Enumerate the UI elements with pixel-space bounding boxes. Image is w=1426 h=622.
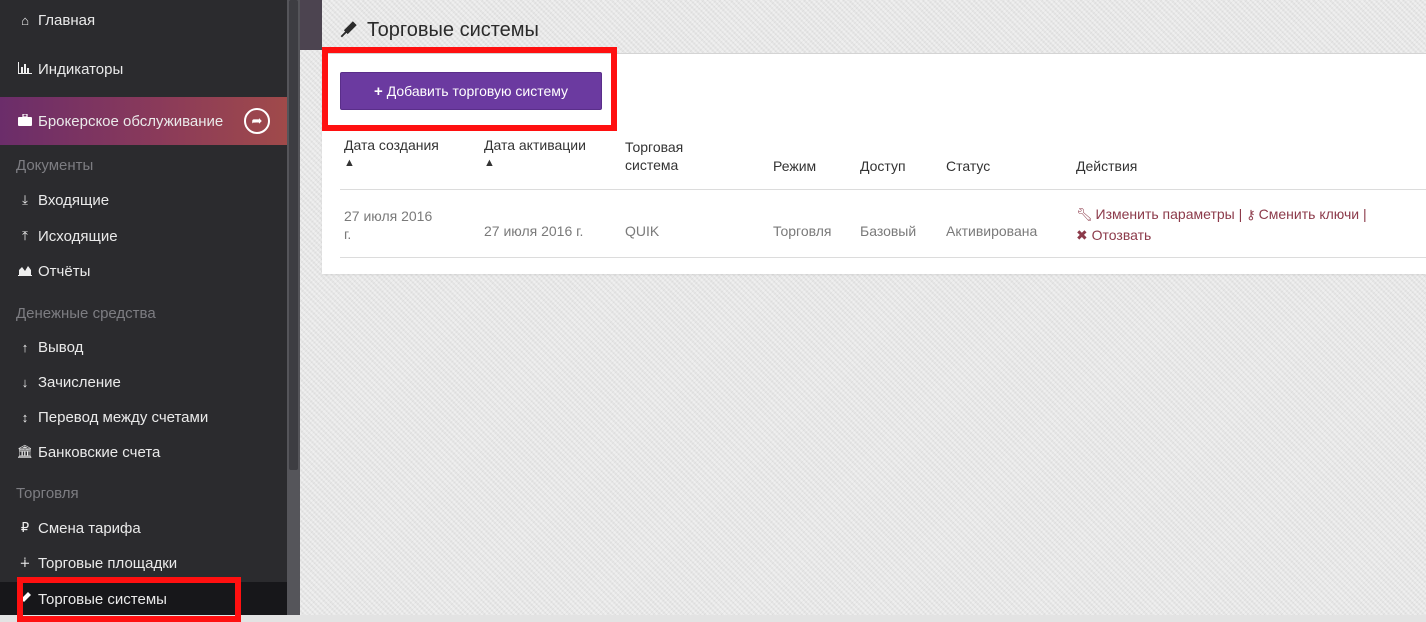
header-actions: Действия <box>1076 158 1138 174</box>
ruble-icon: ₽ <box>20 520 30 535</box>
bank-icon: 🏛 <box>16 444 34 459</box>
sidebar-item-transfer[interactable]: ↕ Перевод между счетами <box>0 400 287 434</box>
cell-created-line2: г. <box>344 226 352 242</box>
header-created-label: Дата создания <box>344 137 439 153</box>
sidebar-scrollbar[interactable] <box>287 0 300 615</box>
revoke-label: Отозвать <box>1091 227 1152 243</box>
download-icon: ⤓ <box>22 192 28 207</box>
revoke-link[interactable]: ✖ Отозвать <box>1076 227 1151 243</box>
sidebar-item-reports[interactable]: Отчёты <box>0 254 287 288</box>
sidebar-item-incoming[interactable]: ⤓ Входящие <box>0 183 287 217</box>
change-keys-link[interactable]: ⚷ Сменить ключи <box>1246 206 1359 222</box>
sidebar-item-label: Зачисление <box>38 373 121 391</box>
sidebar-item-label: Вывод <box>38 338 84 356</box>
plus-icon: + <box>373 82 383 100</box>
change-keys-label: Сменить ключи <box>1258 206 1360 222</box>
sidebar-section-trading: Торговля <box>16 485 79 502</box>
cell-created: 27 июля 2016 г. <box>344 207 432 243</box>
header-status: Статус <box>946 158 991 174</box>
scrollbar-thumb[interactable] <box>289 0 298 470</box>
sidebar-item-label: Брокерское обслуживание <box>38 112 224 130</box>
sidebar-item-label: Торговые площадки <box>38 554 178 572</box>
add-button-label: Добавить торговую систему <box>386 83 569 99</box>
cell-actions: 🔧︎ Изменить параметры | ⚷ Сменить ключи | … <box>1076 205 1426 244</box>
arrow-down-icon: ↓ <box>21 374 29 390</box>
sidebar-item-indicators[interactable]: Индикаторы <box>0 52 287 86</box>
sidebar-item-label: Индикаторы <box>38 60 124 78</box>
exchange-icon: ∔ <box>19 555 31 570</box>
sidebar-item-label: Входящие <box>38 191 110 209</box>
arrows-vertical-icon: ↕ <box>21 409 29 425</box>
sidebar-item-label: Торговые системы <box>38 590 167 608</box>
sidebar-item-label: Смена тарифа <box>38 519 141 537</box>
sidebar-item-platforms[interactable]: ∔ Торговые площадки <box>0 546 287 580</box>
separator: | <box>1238 206 1243 222</box>
close-icon: ✖ <box>1076 227 1088 243</box>
sidebar-section-documents: Документы <box>16 157 94 174</box>
plug-icon <box>16 591 34 608</box>
header-activated[interactable]: Дата активации ▲ <box>484 136 586 172</box>
edit-params-link[interactable]: 🔧︎ Изменить параметры <box>1076 206 1235 222</box>
sidebar-item-label: Главная <box>38 11 96 29</box>
sidebar-item-trading-systems[interactable]: Торговые системы <box>0 582 287 615</box>
sidebar-section-money: Денежные средства <box>16 305 156 322</box>
sidebar-item-label: Отчёты <box>38 262 91 280</box>
sidebar-item-label: Банковские счета <box>38 443 161 461</box>
sidebar: ⌂ Главная Индикаторы Брокерское обслужив… <box>0 0 287 615</box>
sidebar-item-broker[interactable]: Брокерское обслуживание ➦ <box>0 97 287 145</box>
wrench-icon: 🔧︎ <box>1076 207 1093 222</box>
header-system-line1: Торговая <box>625 139 684 155</box>
separator: | <box>1362 206 1367 222</box>
sidebar-item-tariff[interactable]: ₽ Смена тарифа <box>0 511 287 545</box>
sidebar-item-home[interactable]: ⌂ Главная <box>0 3 287 37</box>
edit-params-label: Изменить параметры <box>1095 206 1235 222</box>
page-title-text: Торговые системы <box>367 19 539 41</box>
sidebar-item-label: Исходящие <box>38 227 118 245</box>
cell-activated: 27 июля 2016 г. <box>484 223 584 239</box>
sidebar-item-deposit[interactable]: ↓ Зачисление <box>0 365 287 399</box>
cell-status: Активирована <box>946 223 1038 239</box>
briefcase-icon <box>16 112 34 129</box>
upload-icon: ⤒ <box>22 228 28 243</box>
header-activated-label: Дата активации <box>484 137 586 153</box>
add-trading-system-button[interactable]: + Добавить торговую систему <box>340 72 602 110</box>
cell-created-line1: 27 июля 2016 <box>344 208 433 224</box>
header-mode: Режим <box>773 158 817 174</box>
arrow-up-icon: ↑ <box>21 339 29 355</box>
header-system: Торговая система <box>625 138 683 174</box>
sidebar-item-withdraw[interactable]: ↑ Вывод <box>0 330 287 364</box>
cell-mode: Торговля <box>773 223 832 239</box>
header-created[interactable]: Дата создания ▲ <box>344 136 439 172</box>
key-icon: ⚷ <box>1246 207 1256 222</box>
cell-system: QUIK <box>625 223 660 239</box>
header-system-line2: система <box>625 157 679 173</box>
area-chart-icon <box>16 264 34 279</box>
plug-icon <box>340 20 363 40</box>
top-bar <box>300 0 322 50</box>
cell-access: Базовый <box>860 223 917 239</box>
sort-icon[interactable]: ▲ <box>344 154 439 172</box>
sidebar-item-bank-accounts[interactable]: 🏛 Банковские счета <box>0 435 287 469</box>
sidebar-item-outgoing[interactable]: ⤒ Исходящие <box>0 219 287 253</box>
table-row-divider <box>340 257 1426 258</box>
share-icon[interactable]: ➦ <box>244 108 270 134</box>
table-header-divider <box>340 189 1426 190</box>
sidebar-item-label: Перевод между счетами <box>38 408 209 426</box>
sort-icon[interactable]: ▲ <box>484 154 586 172</box>
bar-chart-icon <box>16 61 34 77</box>
page-title: Торговые системы <box>340 19 539 42</box>
header-access: Доступ <box>860 158 906 174</box>
home-icon: ⌂ <box>21 12 29 28</box>
